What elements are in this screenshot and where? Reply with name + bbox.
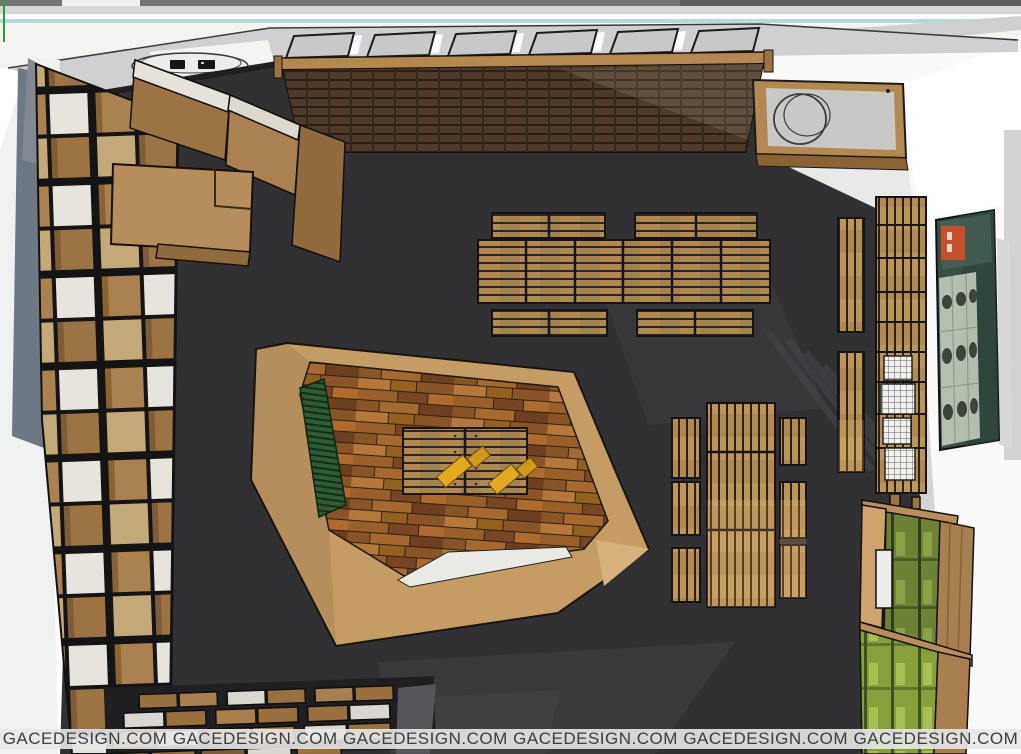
watermark-text: GACEDESIGN.COM <box>3 729 168 749</box>
bench-vertical <box>780 418 806 465</box>
sunlight-tint <box>838 420 864 472</box>
skylight-panel <box>448 31 516 56</box>
poster-seal <box>941 226 965 260</box>
storage-box <box>166 710 206 726</box>
wall-poster <box>936 210 1012 450</box>
storage-box <box>308 705 348 721</box>
service-counter <box>753 80 908 170</box>
storage-box <box>179 692 217 707</box>
storage-box <box>267 689 305 704</box>
storage-box <box>139 693 177 708</box>
storage-box-white <box>350 704 390 720</box>
bench-vertical <box>672 548 700 602</box>
skylight-panel <box>691 28 759 53</box>
teal-accent-line <box>0 19 1021 23</box>
skylight-panel <box>529 30 597 55</box>
storage-box-white <box>124 712 164 728</box>
wall-slat-shelf <box>876 197 926 493</box>
bench-vertical <box>672 482 700 535</box>
platform-table <box>403 428 538 498</box>
top-bar-light-segment <box>62 0 140 6</box>
mesh-basket <box>883 418 911 444</box>
bench-vertical <box>838 218 864 332</box>
watermark-text: GACEDESIGN.COM <box>343 729 508 749</box>
outer-white-band <box>0 14 1021 19</box>
green-axis-line <box>3 0 5 42</box>
fixture-speaker-slot <box>201 62 204 64</box>
skylight-panel <box>367 32 435 57</box>
screw-dot <box>475 483 478 486</box>
storage-box <box>315 687 353 702</box>
storage-box <box>201 749 245 754</box>
poster-symbol <box>956 292 966 306</box>
shelf-connector <box>912 497 920 509</box>
poster-seal-mark <box>947 244 952 252</box>
white-shelf-cell <box>876 550 892 608</box>
poster-symbol <box>957 401 967 417</box>
render-viewport: GACEDESIGN.COM GACEDESIGN.COM GACEDESIGN… <box>0 0 1021 754</box>
green-shelving <box>860 494 974 754</box>
mesh-basket <box>881 384 915 414</box>
mesh-basket <box>884 356 912 380</box>
screw-dot <box>475 435 478 438</box>
screen-rail-cap <box>274 56 282 78</box>
slatted-screen <box>274 50 773 152</box>
watermark-text: GACEDESIGN.COM <box>853 729 1018 749</box>
interior-3d-render <box>0 0 1021 754</box>
watermark-text: GACEDESIGN.COM <box>513 729 678 749</box>
poster-symbol <box>942 348 952 364</box>
mesh-basket <box>885 448 915 480</box>
poster-symbol <box>956 345 966 361</box>
fixture-speaker-icon <box>170 60 185 69</box>
storage-box <box>216 708 256 724</box>
poster-symbol <box>970 398 978 414</box>
skylight-panel <box>286 33 354 58</box>
storage-box <box>355 686 393 701</box>
watermark-band: GACEDESIGN.COM GACEDESIGN.COM GACEDESIGN… <box>0 729 1021 749</box>
poster-symbol <box>943 404 953 420</box>
poster-seal-mark <box>947 232 952 240</box>
skylight-panel <box>610 29 678 54</box>
screw-dot <box>454 483 457 486</box>
counter-dot <box>886 89 890 93</box>
bench-vertical <box>672 418 700 478</box>
green-shelf-wood-side <box>936 521 974 659</box>
side-cabinet <box>292 125 345 262</box>
storage-box-white <box>227 690 265 705</box>
sunlight-tint <box>707 500 775 607</box>
poster-symbol <box>942 295 952 309</box>
poster-symbol <box>969 289 977 303</box>
bench-group-vertical <box>672 403 806 607</box>
screw-dot <box>454 451 457 454</box>
poster-symbol <box>969 342 977 358</box>
sunlight-tint <box>780 500 806 598</box>
screen-rail-cap <box>764 50 773 72</box>
watermark-text: GACEDESIGN.COM <box>173 729 338 749</box>
storage-box <box>258 707 298 723</box>
outer-gray-band <box>0 6 1021 14</box>
fixture-speaker-icon <box>198 60 215 69</box>
screw-dot <box>454 435 457 438</box>
watermark-text: GACEDESIGN.COM <box>683 729 848 749</box>
